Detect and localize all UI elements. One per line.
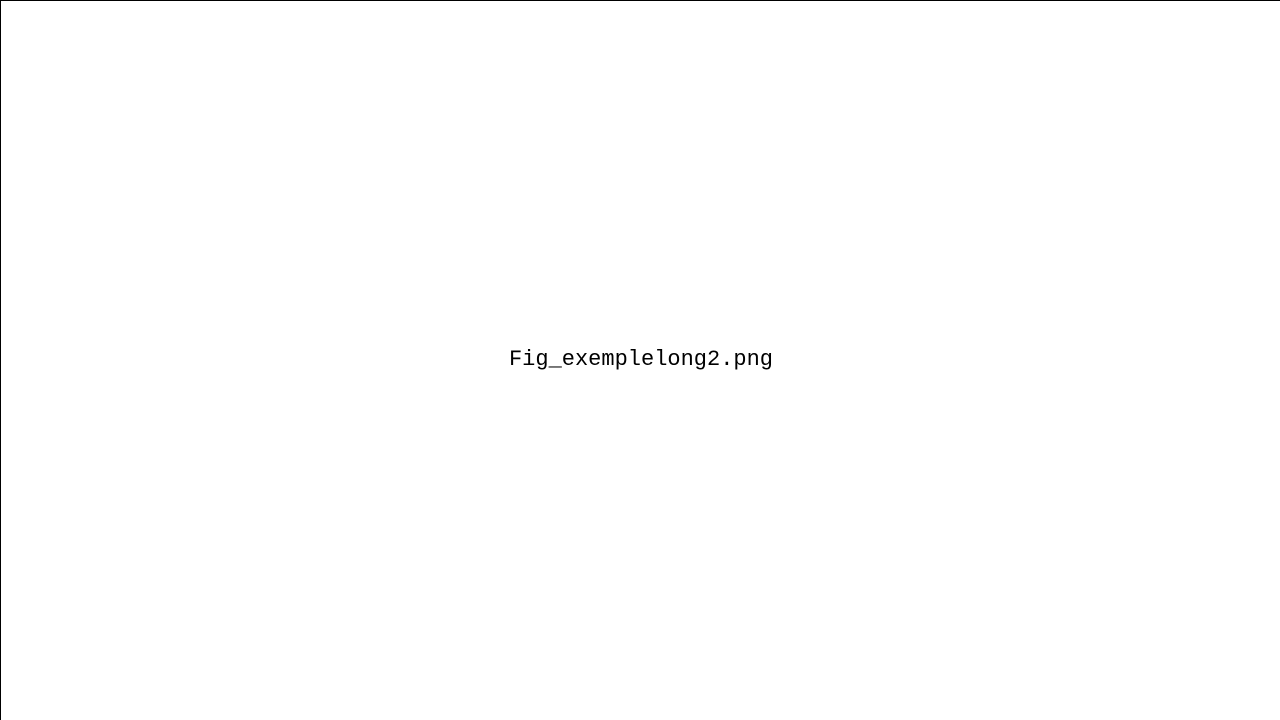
figure-placeholder-frame: Fig_exemplelong2.png	[0, 0, 1280, 720]
figure-filename-label: Fig_exemplelong2.png	[508, 347, 774, 372]
